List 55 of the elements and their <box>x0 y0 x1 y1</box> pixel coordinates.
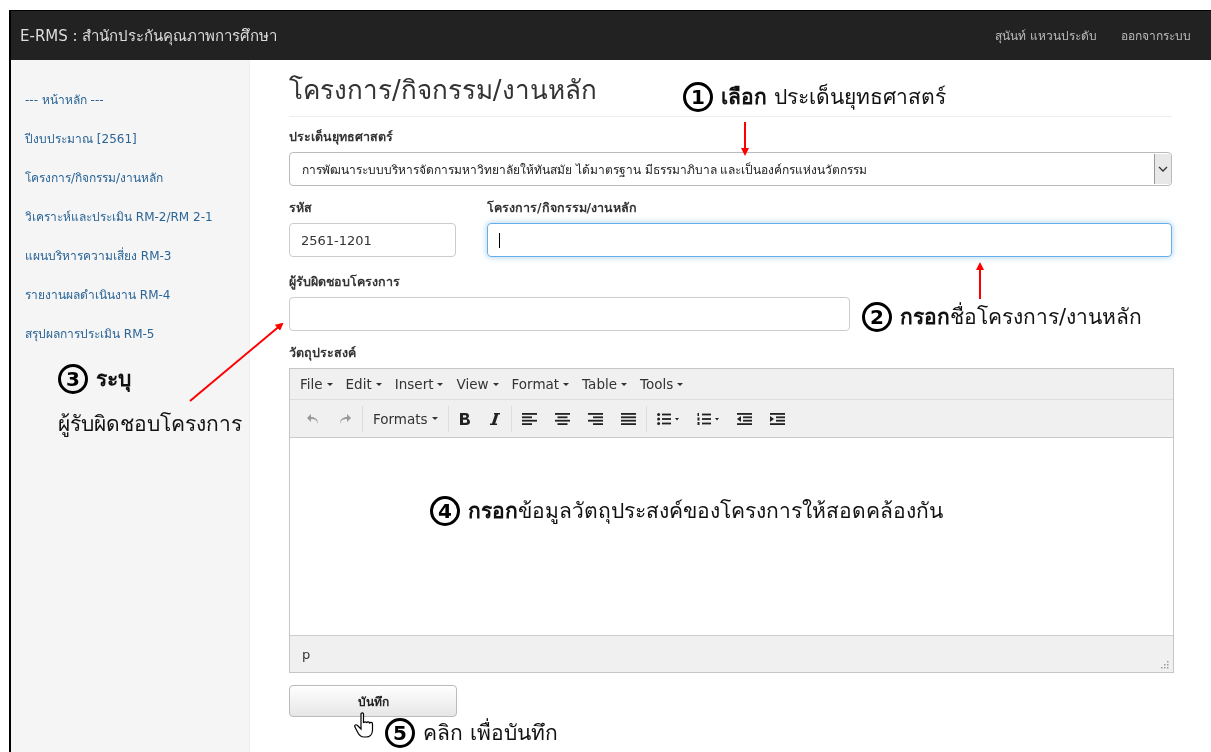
annotation-arrow <box>976 262 984 300</box>
sidebar-item[interactable]: สรุปผลการประเมิน RM-5 <box>25 324 249 344</box>
sidebar-item[interactable]: รายงานผลดำเนินงาน RM-4 <box>25 285 249 305</box>
sidebar-item[interactable]: วิเคราะห์และประเมิน RM-2/RM 2-1 <box>25 207 249 227</box>
editor-menu[interactable]: Edit <box>345 376 382 392</box>
chevron-down-icon <box>1158 165 1168 173</box>
logout-link[interactable]: ออกจากระบบ <box>1121 26 1191 45</box>
step-number: 2 <box>862 301 892 332</box>
project-field[interactable] <box>487 223 1172 257</box>
annotation-text: ระบุ <box>96 366 131 394</box>
align-left-icon[interactable] <box>521 412 537 425</box>
sidebar-item[interactable]: ปีงบประมาณ [2561] <box>25 129 249 149</box>
sidebar-item[interactable]: แผนบริหารความเสี่ยง RM-3 <box>25 246 249 266</box>
step-number: 1 <box>683 81 713 112</box>
step-number: 5 <box>385 717 415 748</box>
align-center-icon[interactable] <box>554 412 570 425</box>
sidebar-item[interactable]: --- หน้าหลัก --- <box>25 90 249 110</box>
annotation-text: กรอกข้อมูลวัตถุประสงค์ของโครงการให้สอดคล้องกัน <box>468 498 943 526</box>
editor-menu[interactable]: Tools <box>640 376 684 392</box>
editor-menu[interactable]: Format <box>511 376 570 392</box>
app-title[interactable]: E-RMS : สำนักประกันคุณภาพการศึกษา <box>20 23 278 48</box>
bullet-list-icon[interactable] <box>656 412 679 425</box>
element-path: p <box>302 646 311 662</box>
field-label: รหัส <box>289 199 312 217</box>
annotation-text: กรอกชื่อโครงการ/งานหลัก <box>900 300 1143 333</box>
step-number: 4 <box>430 495 460 526</box>
owner-field[interactable] <box>289 297 850 331</box>
editor-menu[interactable]: File <box>300 376 333 392</box>
annotation-text: คลิก เพื่อบันทึก <box>423 716 558 749</box>
strategy-select[interactable]: การพัฒนาระบบบริหารจัดการมหาวิทยาลัยให้ทันสมัย ได้มาตรฐาน มีธรรมาภิบาล และเป็นองค์กรแห่งนวัตกรรม <box>289 152 1172 186</box>
formats-dropdown[interactable]: Formats <box>373 410 438 427</box>
field-label: โครงการ/กิจกรรม/งานหลัก <box>487 199 638 217</box>
justify-icon[interactable] <box>620 412 636 425</box>
step-number: 3 <box>58 363 88 394</box>
editor-menu[interactable]: Insert <box>394 376 444 392</box>
indent-icon[interactable] <box>769 412 785 425</box>
field-label: ประเด็นยุทธศาสตร์ <box>289 128 393 147</box>
bold-icon[interactable] <box>458 411 471 426</box>
page-title: โครงการ/กิจกรรม/งานหลัก <box>289 74 597 107</box>
align-right-icon[interactable] <box>587 412 603 425</box>
code-field[interactable]: 2561-1201 <box>289 223 456 257</box>
resize-handle-icon[interactable] <box>1161 661 1169 669</box>
save-button[interactable]: บันทึก <box>289 685 457 717</box>
annotation-text: เลือก ประเด็นยุทธศาสตร์ <box>721 82 946 112</box>
italic-icon[interactable] <box>488 411 501 426</box>
editor-menu[interactable]: View <box>456 376 499 392</box>
annotation-text: ผู้รับผิดชอบโครงการ <box>58 411 242 439</box>
outdent-icon[interactable] <box>736 412 752 425</box>
field-label: ผู้รับผิดชอบโครงการ <box>289 273 400 292</box>
numbered-list-icon[interactable] <box>696 412 719 425</box>
user-link[interactable]: สุนันท์ แหวนประดับ <box>995 26 1097 45</box>
field-label: วัตถุประสงค์ <box>289 344 356 363</box>
sidebar-item[interactable]: โครงการ/กิจกรรม/งานหลัก <box>25 168 249 188</box>
annotation-arrow <box>741 121 749 156</box>
editor-menu[interactable]: Table <box>582 376 628 392</box>
